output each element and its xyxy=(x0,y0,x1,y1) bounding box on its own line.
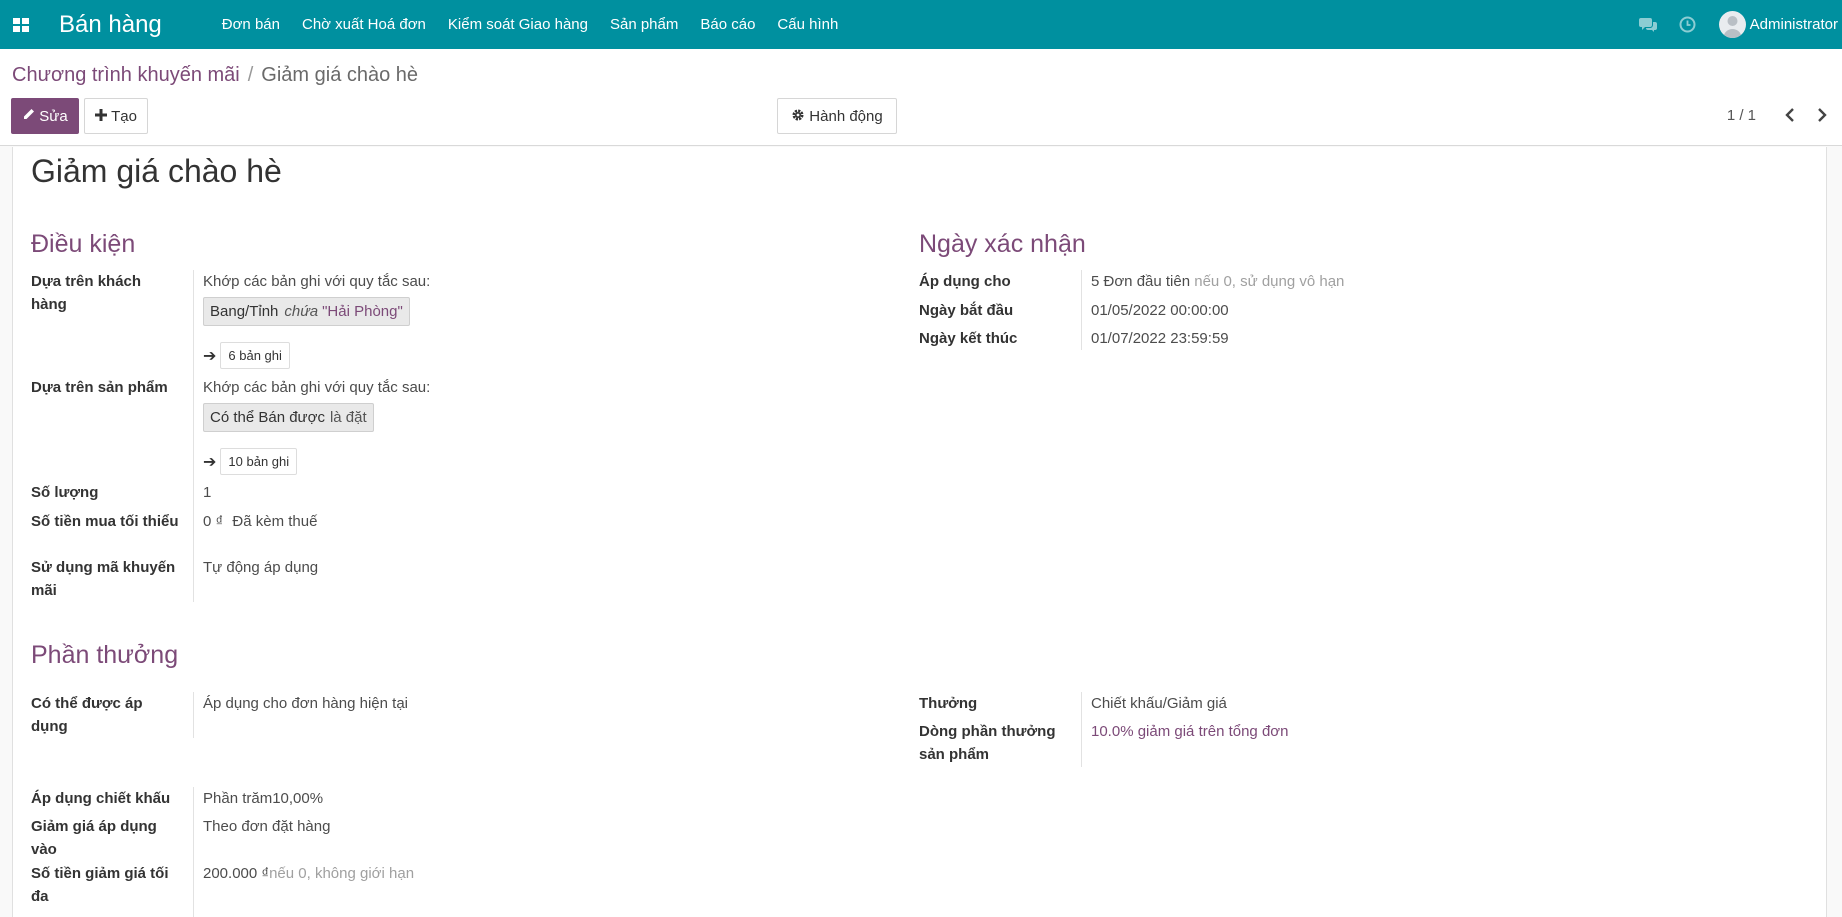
discount-apply-label: Áp dụng chiết khấu xyxy=(31,790,171,807)
min-amount-label: Số tiền mua tối thiểu xyxy=(31,513,179,530)
max-discount-hint: nếu 0, không giới hạn xyxy=(269,865,415,882)
apply-on-hint: nếu 0, sử dụng vô hạn xyxy=(1194,273,1345,290)
max-discount-row: 200.000 ₫nếu 0, không giới hạn xyxy=(203,862,414,885)
max-discount-value: 200.000 ₫ xyxy=(203,865,270,882)
quantity-label: Số lượng xyxy=(31,484,99,501)
apply-on-label: Áp dụng cho xyxy=(919,273,1011,290)
record-title: Giảm giá chào hè xyxy=(31,153,282,189)
action-menu-label: Hành động xyxy=(809,107,883,125)
conditions-heading: Điều kiện xyxy=(31,230,136,258)
product-rule-label: Dựa trên sản phẩm xyxy=(31,379,168,396)
min-amount-value-row: 0 ₫ Đã kèm thuế xyxy=(203,510,317,533)
menu-item-reporting[interactable]: Báo cáo xyxy=(700,16,755,33)
activity-clock-icon[interactable] xyxy=(1679,16,1697,34)
menu-item-delivery[interactable]: Kiểm soát Giao hàng xyxy=(448,16,588,33)
breadcrumb-current: Giảm giá chào hè xyxy=(261,64,419,86)
validity-heading: Ngày xác nhận xyxy=(919,230,1086,258)
plus-icon xyxy=(95,108,108,124)
min-amount-value: 0 ₫ xyxy=(203,513,224,530)
menu-item-to-invoice[interactable]: Chờ xuất Hoá đơn xyxy=(302,16,426,33)
chat-icon[interactable] xyxy=(1638,16,1657,34)
conditions-divider xyxy=(193,270,194,602)
product-domain-rule: Có thể Bán được là đặt xyxy=(203,403,374,432)
rewards-divider-right xyxy=(1081,692,1082,767)
top-navbar: Bán hàng Đơn bán Chờ xuất Hoá đơn Kiểm s… xyxy=(0,0,1842,49)
customer-records-row: ➔ 6 bản ghi xyxy=(203,342,290,369)
discount-on-label: Giảm giá áp dụng vào xyxy=(31,818,157,858)
menu-item-configuration[interactable]: Cấu hình xyxy=(777,16,838,33)
product-rule-operator: là đặt xyxy=(329,409,367,426)
applicable-on-label: Có thể được áp dụng xyxy=(31,695,143,735)
rewards-divider-left xyxy=(193,692,194,738)
pager-previous-icon[interactable] xyxy=(1782,105,1798,125)
create-button[interactable]: Tạo xyxy=(84,98,148,134)
customer-records-button[interactable]: 6 bản ghi xyxy=(220,342,290,369)
rewards-heading: Phần thưởng xyxy=(31,641,179,669)
edit-button[interactable]: Sửa xyxy=(11,98,79,134)
promo-code-usage-label: Sử dụng mã khuyến mãi xyxy=(31,559,176,599)
edit-button-label: Sửa xyxy=(39,107,68,125)
customer-rule-label: Dựa trên khách hàng xyxy=(31,273,142,313)
reward-type-value: Chiết khấu/Giảm giá xyxy=(1091,695,1227,712)
discount-divider xyxy=(193,787,194,917)
customer-rule-operator: chứa xyxy=(284,303,319,320)
product-records-row: ➔ 10 bản ghi xyxy=(203,448,298,475)
app-brand[interactable]: Bán hàng xyxy=(59,11,162,39)
breadcrumb-parent[interactable]: Chương trình khuyến mãi xyxy=(12,64,240,87)
quantity-value: 1 xyxy=(203,484,212,501)
start-date-value: 01/05/2022 00:00:00 xyxy=(1091,302,1229,319)
customer-domain-rule: Bang/Tỉnh chứa "Hải Phòng" xyxy=(203,297,410,326)
apply-on-value: 5 Đơn đầu tiên xyxy=(1091,273,1191,290)
reward-line-label: Dòng phần thưởng sản phẩm xyxy=(919,723,1056,763)
start-date-label: Ngày bắt đầu xyxy=(919,302,1014,319)
user-name[interactable]: Administrator xyxy=(1750,16,1838,33)
max-discount-label: Số tiền giảm giá tối đa xyxy=(31,865,169,905)
min-amount-tax: Đã kèm thuế xyxy=(232,513,318,530)
form-sheet: Giảm giá chào hè Điều kiện Dựa trên khác… xyxy=(12,147,1827,917)
menu-item-products[interactable]: Sản phẩm xyxy=(610,16,678,33)
pencil-icon xyxy=(22,108,35,124)
validity-divider xyxy=(1081,270,1082,350)
gear-icon xyxy=(791,108,805,125)
arrow-right-icon: ➔ xyxy=(203,347,217,365)
discount-apply-value: Phần trăm10,00% xyxy=(203,790,324,807)
product-rule-intro: Khớp các bản ghi với quy tắc sau: xyxy=(203,379,431,396)
user-avatar[interactable] xyxy=(1718,11,1746,38)
discount-on-value: Theo đơn đặt hàng xyxy=(203,818,331,835)
arrow-right-icon: ➔ xyxy=(203,453,217,471)
apply-on-row: 5 Đơn đầu tiên nếu 0, sử dụng vô hạn xyxy=(1091,270,1344,293)
main-menu: Đơn bán Chờ xuất Hoá đơn Kiểm soát Giao … xyxy=(222,16,861,33)
reward-line-link[interactable]: 10.0% giảm giá trên tổng đơn xyxy=(1091,720,1288,743)
breadcrumb-separator: / xyxy=(247,64,254,86)
product-rule-field: Có thể Bán được xyxy=(210,409,325,426)
applicable-on-value: Áp dụng cho đơn hàng hiện tại xyxy=(203,695,408,712)
menu-item-orders[interactable]: Đơn bán xyxy=(222,16,280,33)
reward-type-label: Thưởng xyxy=(919,695,978,712)
apps-menu-icon[interactable] xyxy=(13,17,29,32)
product-records-button[interactable]: 10 bản ghi xyxy=(220,448,298,475)
end-date-label: Ngày kết thúc xyxy=(919,330,1018,347)
pager-value[interactable]: 1 / 1 xyxy=(1727,107,1756,124)
pager-next-icon[interactable] xyxy=(1814,105,1830,125)
end-date-value: 01/07/2022 23:59:59 xyxy=(1091,330,1229,347)
customer-rule-field: Bang/Tỉnh xyxy=(210,303,279,320)
promo-code-usage-value: Tự động áp dụng xyxy=(203,559,319,576)
customer-rule-value: "Hải Phòng" xyxy=(322,303,403,320)
create-button-label: Tạo xyxy=(111,107,137,125)
breadcrumb: Chương trình khuyến mãi / Giảm giá chào … xyxy=(12,64,418,87)
customer-rule-intro: Khớp các bản ghi với quy tắc sau: xyxy=(203,273,431,290)
action-menu-button[interactable]: Hành động xyxy=(777,98,897,134)
control-panel: Chương trình khuyến mãi / Giảm giá chào … xyxy=(0,49,1842,146)
